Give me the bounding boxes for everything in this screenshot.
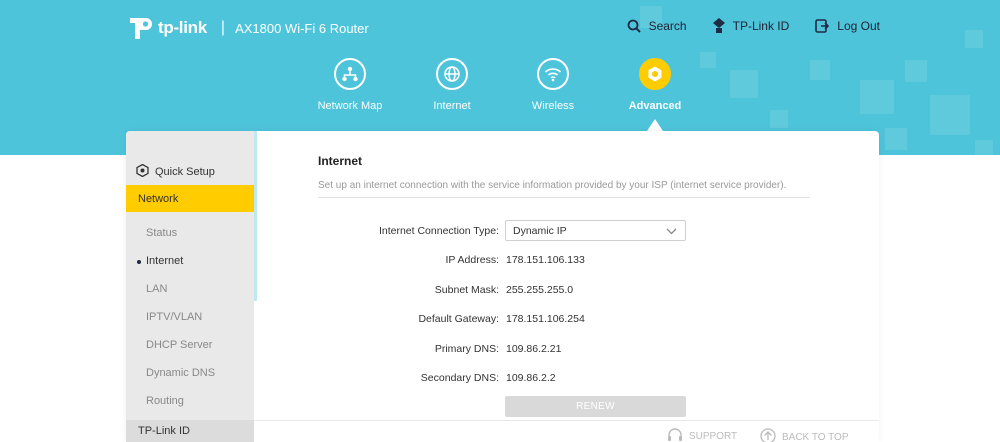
default-gateway-value: 178.151.106.254	[506, 313, 585, 325]
connection-type-select[interactable]: Dynamic IP	[505, 220, 686, 241]
headset-icon	[667, 428, 683, 442]
tplink-id-link[interactable]: TP-Link ID	[712, 18, 790, 33]
nav-wireless-label: Wireless	[531, 100, 575, 112]
logo-text: tp-link	[158, 18, 207, 37]
sidebar-network[interactable]: Network	[126, 185, 254, 212]
search-icon	[627, 19, 641, 33]
section-title: Internet	[318, 154, 363, 168]
main-nav: Network Map Internet Wireless Advanced	[0, 58, 1000, 118]
section-divider	[318, 197, 810, 198]
nav-advanced-label: Advanced	[628, 100, 682, 112]
default-gateway-label: Default Gateway:	[418, 313, 499, 325]
subnet-mask-value: 255.255.255.0	[506, 284, 574, 296]
decor-square	[885, 128, 907, 150]
sidebar-item-internet[interactable]: Internet	[137, 255, 184, 267]
content-area: Internet Set up an internet connection w…	[318, 131, 879, 442]
nav-internet-label: Internet	[433, 100, 471, 112]
nav-wireless[interactable]: Wireless	[508, 58, 598, 112]
sidebar: Quick Setup Network Status Internet LAN …	[126, 131, 254, 442]
ip-address-value: 178.151.106.133	[506, 254, 585, 266]
primary-dns-label: Primary DNS:	[434, 343, 499, 355]
arrow-up-icon	[760, 428, 776, 442]
secondary-dns-label: Secondary DNS:	[420, 372, 499, 384]
logo-separator: |	[220, 19, 226, 36]
tplink-id-icon	[712, 18, 725, 33]
logout-label: Log Out	[837, 18, 880, 33]
ip-address-label: IP Address:	[445, 254, 499, 266]
subnet-mask-label: Subnet Mask:	[434, 284, 499, 296]
primary-dns-row: Primary DNS: 109.86.2.21	[318, 340, 810, 358]
section-description: Set up an internet connection with the s…	[318, 180, 787, 191]
support-label: SUPPORT	[689, 431, 738, 442]
sidebar-item-routing[interactable]: Routing	[146, 395, 184, 407]
quick-setup-label: Quick Setup	[155, 166, 215, 178]
tplink-logo-icon	[126, 14, 154, 42]
secondary-dns-row: Secondary DNS: 109.86.2.2	[318, 369, 810, 387]
nav-network-map-label: Network Map	[317, 100, 383, 112]
subnet-mask-row: Subnet Mask: 255.255.255.0	[318, 281, 810, 299]
default-gateway-row: Default Gateway: 178.151.106.254	[318, 310, 810, 328]
sidebar-item-tplink-id[interactable]: TP-Link ID	[126, 420, 254, 442]
main-panel: Quick Setup Network Status Internet LAN …	[126, 131, 879, 442]
search-link[interactable]: Search	[627, 18, 687, 33]
wifi-icon	[537, 58, 569, 90]
sidebar-item-lan[interactable]: LAN	[146, 283, 167, 295]
gear-icon	[639, 58, 671, 90]
nav-active-caret	[647, 119, 663, 131]
tplink-id-label: TP-Link ID	[732, 18, 790, 33]
search-label: Search	[648, 18, 687, 33]
active-dot	[137, 260, 141, 264]
globe-icon	[436, 58, 468, 90]
quick-setup-icon	[136, 163, 149, 180]
support-link[interactable]: SUPPORT	[667, 428, 737, 442]
nav-network-map[interactable]: Network Map	[305, 58, 395, 112]
logout-link[interactable]: Log Out	[815, 18, 880, 33]
nav-advanced[interactable]: Advanced	[610, 58, 700, 112]
sidebar-item-iptv-vlan[interactable]: IPTV/VLAN	[146, 311, 202, 323]
back-to-top-label: BACK TO TOP	[782, 432, 849, 442]
decor-square	[965, 30, 983, 48]
logout-icon	[815, 18, 830, 33]
back-to-top-link[interactable]: BACK TO TOP	[760, 428, 849, 442]
sidebar-item-internet-label: Internet	[146, 255, 184, 267]
chevron-down-icon	[666, 226, 677, 238]
top-links: Search TP-Link ID Log Out	[627, 18, 880, 33]
network-map-icon	[334, 58, 366, 90]
router-model: AX1800 Wi-Fi 6 Router	[235, 20, 369, 36]
nav-internet[interactable]: Internet	[407, 58, 497, 112]
connection-type-label: Internet Connection Type:	[378, 225, 499, 237]
renew-button[interactable]: RENEW	[505, 396, 686, 417]
sidebar-item-status[interactable]: Status	[146, 227, 177, 239]
decor-square	[975, 140, 993, 155]
ip-address-row: IP Address: 178.151.106.133	[318, 251, 810, 269]
sidebar-item-dhcp-server[interactable]: DHCP Server	[146, 339, 212, 351]
secondary-dns-value: 109.86.2.2	[506, 372, 556, 384]
footer-divider	[254, 420, 879, 421]
primary-dns-value: 109.86.2.21	[506, 343, 562, 355]
sidebar-item-dynamic-dns[interactable]: Dynamic DNS	[146, 367, 215, 379]
sidebar-scroll-accent	[254, 131, 257, 301]
tplink-logo[interactable]: tp-link | AX1800 Wi-Fi 6 Router	[126, 14, 369, 42]
sidebar-quick-setup[interactable]: Quick Setup	[136, 163, 215, 180]
connection-type-value: Dynamic IP	[513, 225, 567, 237]
